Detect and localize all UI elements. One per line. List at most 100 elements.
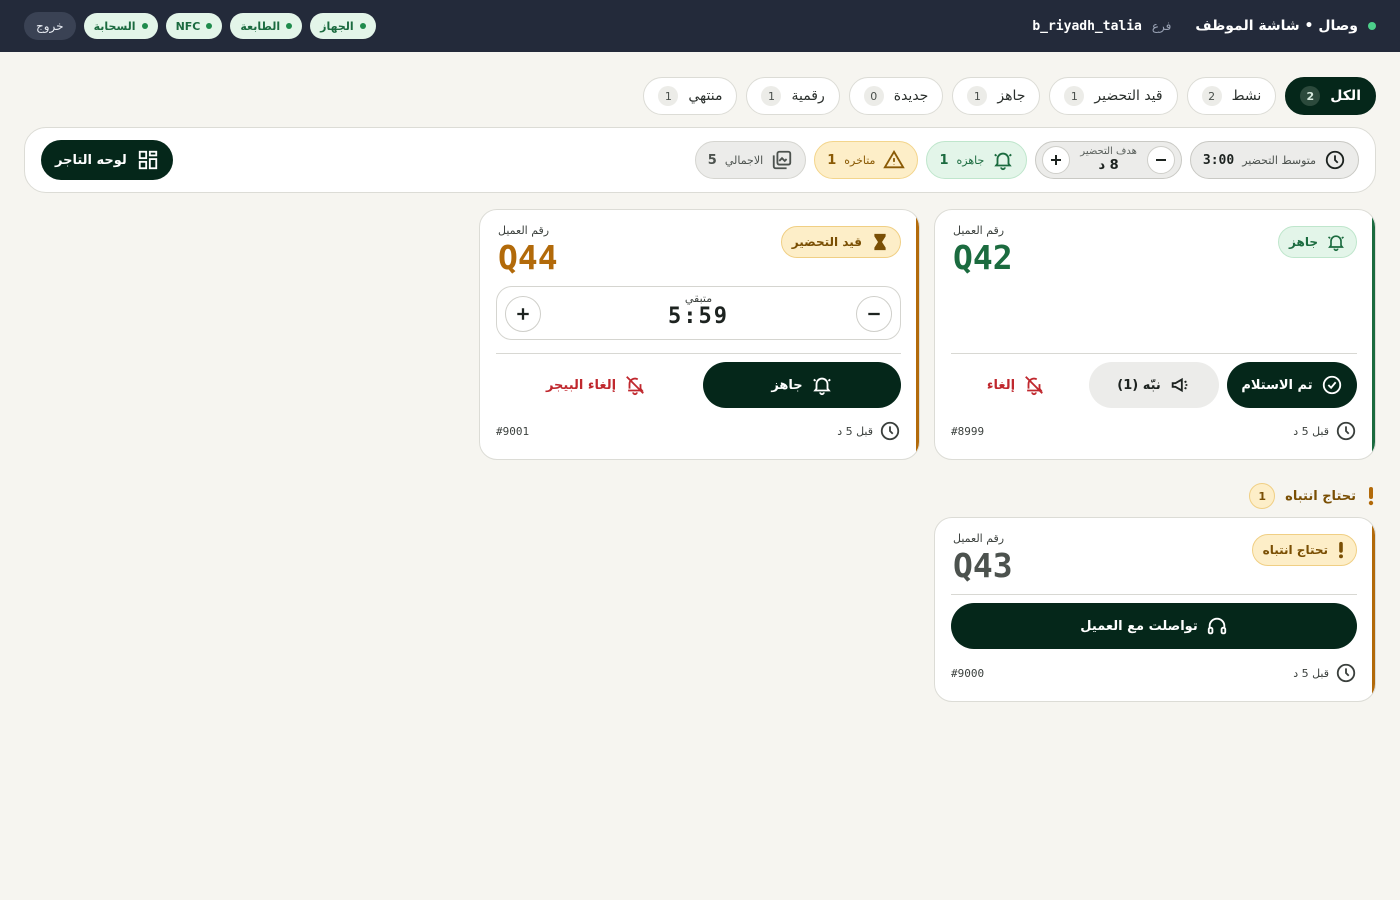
tab-label: منتهي <box>688 88 723 104</box>
plus-icon <box>1051 155 1062 165</box>
status-label: تحتاج انتباه <box>1262 543 1328 557</box>
tab-label: نشط <box>1231 88 1262 104</box>
cancel-pager-button[interactable]: إلغاء البيجر <box>497 362 695 408</box>
card-header: رقم العميل Q43 تحتاج انتباه <box>953 532 1357 586</box>
card-header: رقم العميل Q44 قيد التحضير <box>498 224 901 278</box>
cancel-button[interactable]: إلغاء <box>951 362 1081 408</box>
ready-label: جاهزه <box>956 153 985 167</box>
customer-number: Q43 <box>953 546 1013 585</box>
card-footer: قبل 5 د #8999 <box>951 419 1357 443</box>
tab-finished[interactable]: منتهي 1 <box>643 77 738 115</box>
contacted-customer-button[interactable]: تواصلت مع العميل <box>951 603 1357 649</box>
cancel-label: إلغاء <box>986 377 1016 393</box>
order-time-label: قبل 5 د <box>1293 424 1329 438</box>
tab-label: جديدة <box>893 88 929 104</box>
stack-icon <box>771 149 793 171</box>
avg-prep-label: متوسط التحضير <box>1242 153 1316 167</box>
clock-icon <box>879 420 901 442</box>
attention-section-title: تحتاج انتباه 1 <box>1249 483 1376 509</box>
order-time: قبل 5 د <box>1293 662 1357 684</box>
timer-display: متبقي 5:59 <box>497 292 900 330</box>
status-label: NFC <box>175 19 201 33</box>
logout-button[interactable]: خروج <box>24 12 76 40</box>
card-accent <box>916 210 919 459</box>
bell-off-icon <box>624 374 646 396</box>
ready-button[interactable]: جاهز <box>703 362 901 408</box>
tab-preparing[interactable]: قيد التحضير 1 <box>1049 77 1178 115</box>
remaining-value: 5:59 <box>668 304 729 330</box>
target-decrease-button[interactable] <box>1146 146 1175 174</box>
grid-icon <box>137 149 159 171</box>
timer-increase-button[interactable] <box>505 296 541 332</box>
stats-chips: متوسط التحضير 3:00 هدف التحضير 8 د جاهزه… <box>694 141 1359 179</box>
status-label: الجهاز <box>320 19 354 33</box>
hourglass-icon <box>870 232 890 252</box>
total-count-chip[interactable]: الاجمالي 5 <box>694 141 807 179</box>
late-count-chip[interactable]: متاخره 1 <box>814 141 919 179</box>
received-label: تم الاستلام <box>1241 377 1313 393</box>
status-label: السحابة <box>93 19 136 33</box>
prep-target-chip: هدف التحضير 8 د <box>1035 141 1182 179</box>
tab-count: 0 <box>863 86 884 106</box>
target-increase-button[interactable] <box>1042 146 1071 174</box>
notify-button[interactable]: نبّه (1) <box>1089 362 1219 408</box>
check-circle-icon <box>1321 374 1343 396</box>
customer-number-label: رقم العميل <box>953 532 1005 545</box>
order-card-q42: رقم العميل Q42 جاهز تم الاستلام نبّه (1)… <box>934 209 1376 460</box>
bell-ring-icon <box>1326 232 1346 252</box>
card-header: رقم العميل Q42 جاهز <box>953 224 1357 278</box>
remaining-timer: متبقي 5:59 <box>496 286 901 340</box>
tab-active[interactable]: نشط 2 <box>1186 77 1277 115</box>
ready-count-chip[interactable]: جاهزه 1 <box>926 141 1028 179</box>
order-time: قبل 5 د <box>837 420 901 442</box>
filter-tabs: الكل 2 نشط 2 قيد التحضير 1 جاهز 1 جديدة … <box>643 77 1376 115</box>
attention-count: 1 <box>1249 483 1276 509</box>
megaphone-icon <box>1169 374 1191 396</box>
branch-label: فرع <box>1151 19 1172 33</box>
tab-digital[interactable]: رقمية 1 <box>746 77 840 115</box>
status-pill-device: الجهاز <box>310 13 376 39</box>
order-id: #9000 <box>951 666 985 680</box>
card-footer: قبل 5 د #9001 <box>496 419 901 443</box>
late-value: 1 <box>827 152 837 168</box>
status-label: الطابعة <box>240 19 281 33</box>
top-bar: وصال • شاشة الموظف فرع b_riyadh_talia خر… <box>0 0 1400 52</box>
status-pill-cloud: السحابة <box>83 13 158 39</box>
customer-number: Q42 <box>953 238 1013 277</box>
card-divider <box>496 353 901 354</box>
order-time-label: قبل 5 د <box>1293 666 1329 680</box>
card-divider <box>951 353 1357 354</box>
branch-value: b_riyadh_talia <box>1032 18 1142 34</box>
merchant-dashboard-button[interactable]: لوحه التاجر <box>41 140 173 180</box>
avg-prep-value: 3:00 <box>1202 152 1235 168</box>
card-divider <box>951 594 1357 595</box>
status-label: قيد التحضير <box>791 235 862 249</box>
tab-count: 2 <box>1300 86 1321 106</box>
order-id: #8999 <box>951 424 985 438</box>
tab-label: الكل <box>1330 88 1361 104</box>
tab-new[interactable]: جديدة 0 <box>848 77 944 115</box>
tab-count: 1 <box>1064 86 1085 106</box>
minus-icon <box>1155 159 1166 161</box>
clock-icon <box>1335 420 1357 442</box>
card-accent <box>1372 518 1375 701</box>
avg-prep-chip: متوسط التحضير 3:00 <box>1189 141 1359 179</box>
clock-icon <box>1324 149 1346 171</box>
ready-value: 1 <box>939 152 949 168</box>
order-time: قبل 5 د <box>1293 420 1357 442</box>
tab-count: 1 <box>761 86 782 106</box>
brand: وصال • شاشة الموظف فرع b_riyadh_talia <box>1032 18 1376 34</box>
prep-target-label: هدف التحضير <box>1080 146 1137 158</box>
status-dot <box>141 23 148 29</box>
exclamation-icon <box>1366 486 1376 506</box>
received-button[interactable]: تم الاستلام <box>1227 362 1357 408</box>
topbar-actions: خروج السحابة NFC الطابعة الجهاز <box>24 12 376 40</box>
tab-ready[interactable]: جاهز 1 <box>952 77 1041 115</box>
tab-all[interactable]: الكل 2 <box>1285 77 1376 115</box>
online-dot <box>1368 22 1376 30</box>
stats-bar: متوسط التحضير 3:00 هدف التحضير 8 د جاهزه… <box>24 127 1376 193</box>
merchant-dashboard-label: لوحه التاجر <box>55 152 127 168</box>
prep-target-value: 8 د <box>1098 158 1119 174</box>
exclamation-icon <box>1336 541 1346 559</box>
tab-label: قيد التحضير <box>1094 88 1163 104</box>
